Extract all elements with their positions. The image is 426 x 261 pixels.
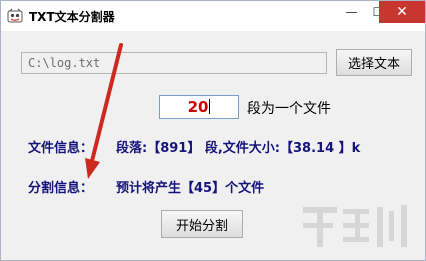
- app-window: TXT文本分割器 — ☐ ✕ C:\log.txt 选择文本 20 段为一个文件…: [0, 0, 426, 261]
- watermark-logo-icon: [303, 205, 407, 247]
- per-file-label: 段为一个文件: [247, 101, 331, 117]
- select-text-button[interactable]: 选择文本: [336, 49, 412, 76]
- window-title: TXT文本分割器: [29, 10, 115, 24]
- app-icon: [7, 8, 23, 23]
- paragraph-count-input[interactable]: 20: [159, 95, 239, 119]
- minimize-button[interactable]: —: [338, 1, 365, 23]
- text-caret: [209, 99, 211, 114]
- paragraph-count-value: 20: [187, 98, 209, 116]
- close-icon: ✕: [396, 4, 408, 20]
- start-split-button[interactable]: 开始分割: [161, 210, 243, 238]
- split-info-value: 预计将产生【45】个文件: [116, 181, 265, 196]
- file-path-field[interactable]: C:\log.txt: [21, 52, 327, 74]
- split-info-label: 分割信息：: [28, 181, 94, 196]
- file-info-label: 文件信息：: [28, 141, 94, 156]
- close-button[interactable]: ✕: [379, 1, 425, 23]
- file-info-value: 段落:【891】 段,文件大小:【38.14 】k: [116, 141, 361, 156]
- minimize-icon: —: [345, 5, 358, 19]
- title-bar[interactable]: TXT文本分割器 — ☐ ✕: [1, 1, 425, 31]
